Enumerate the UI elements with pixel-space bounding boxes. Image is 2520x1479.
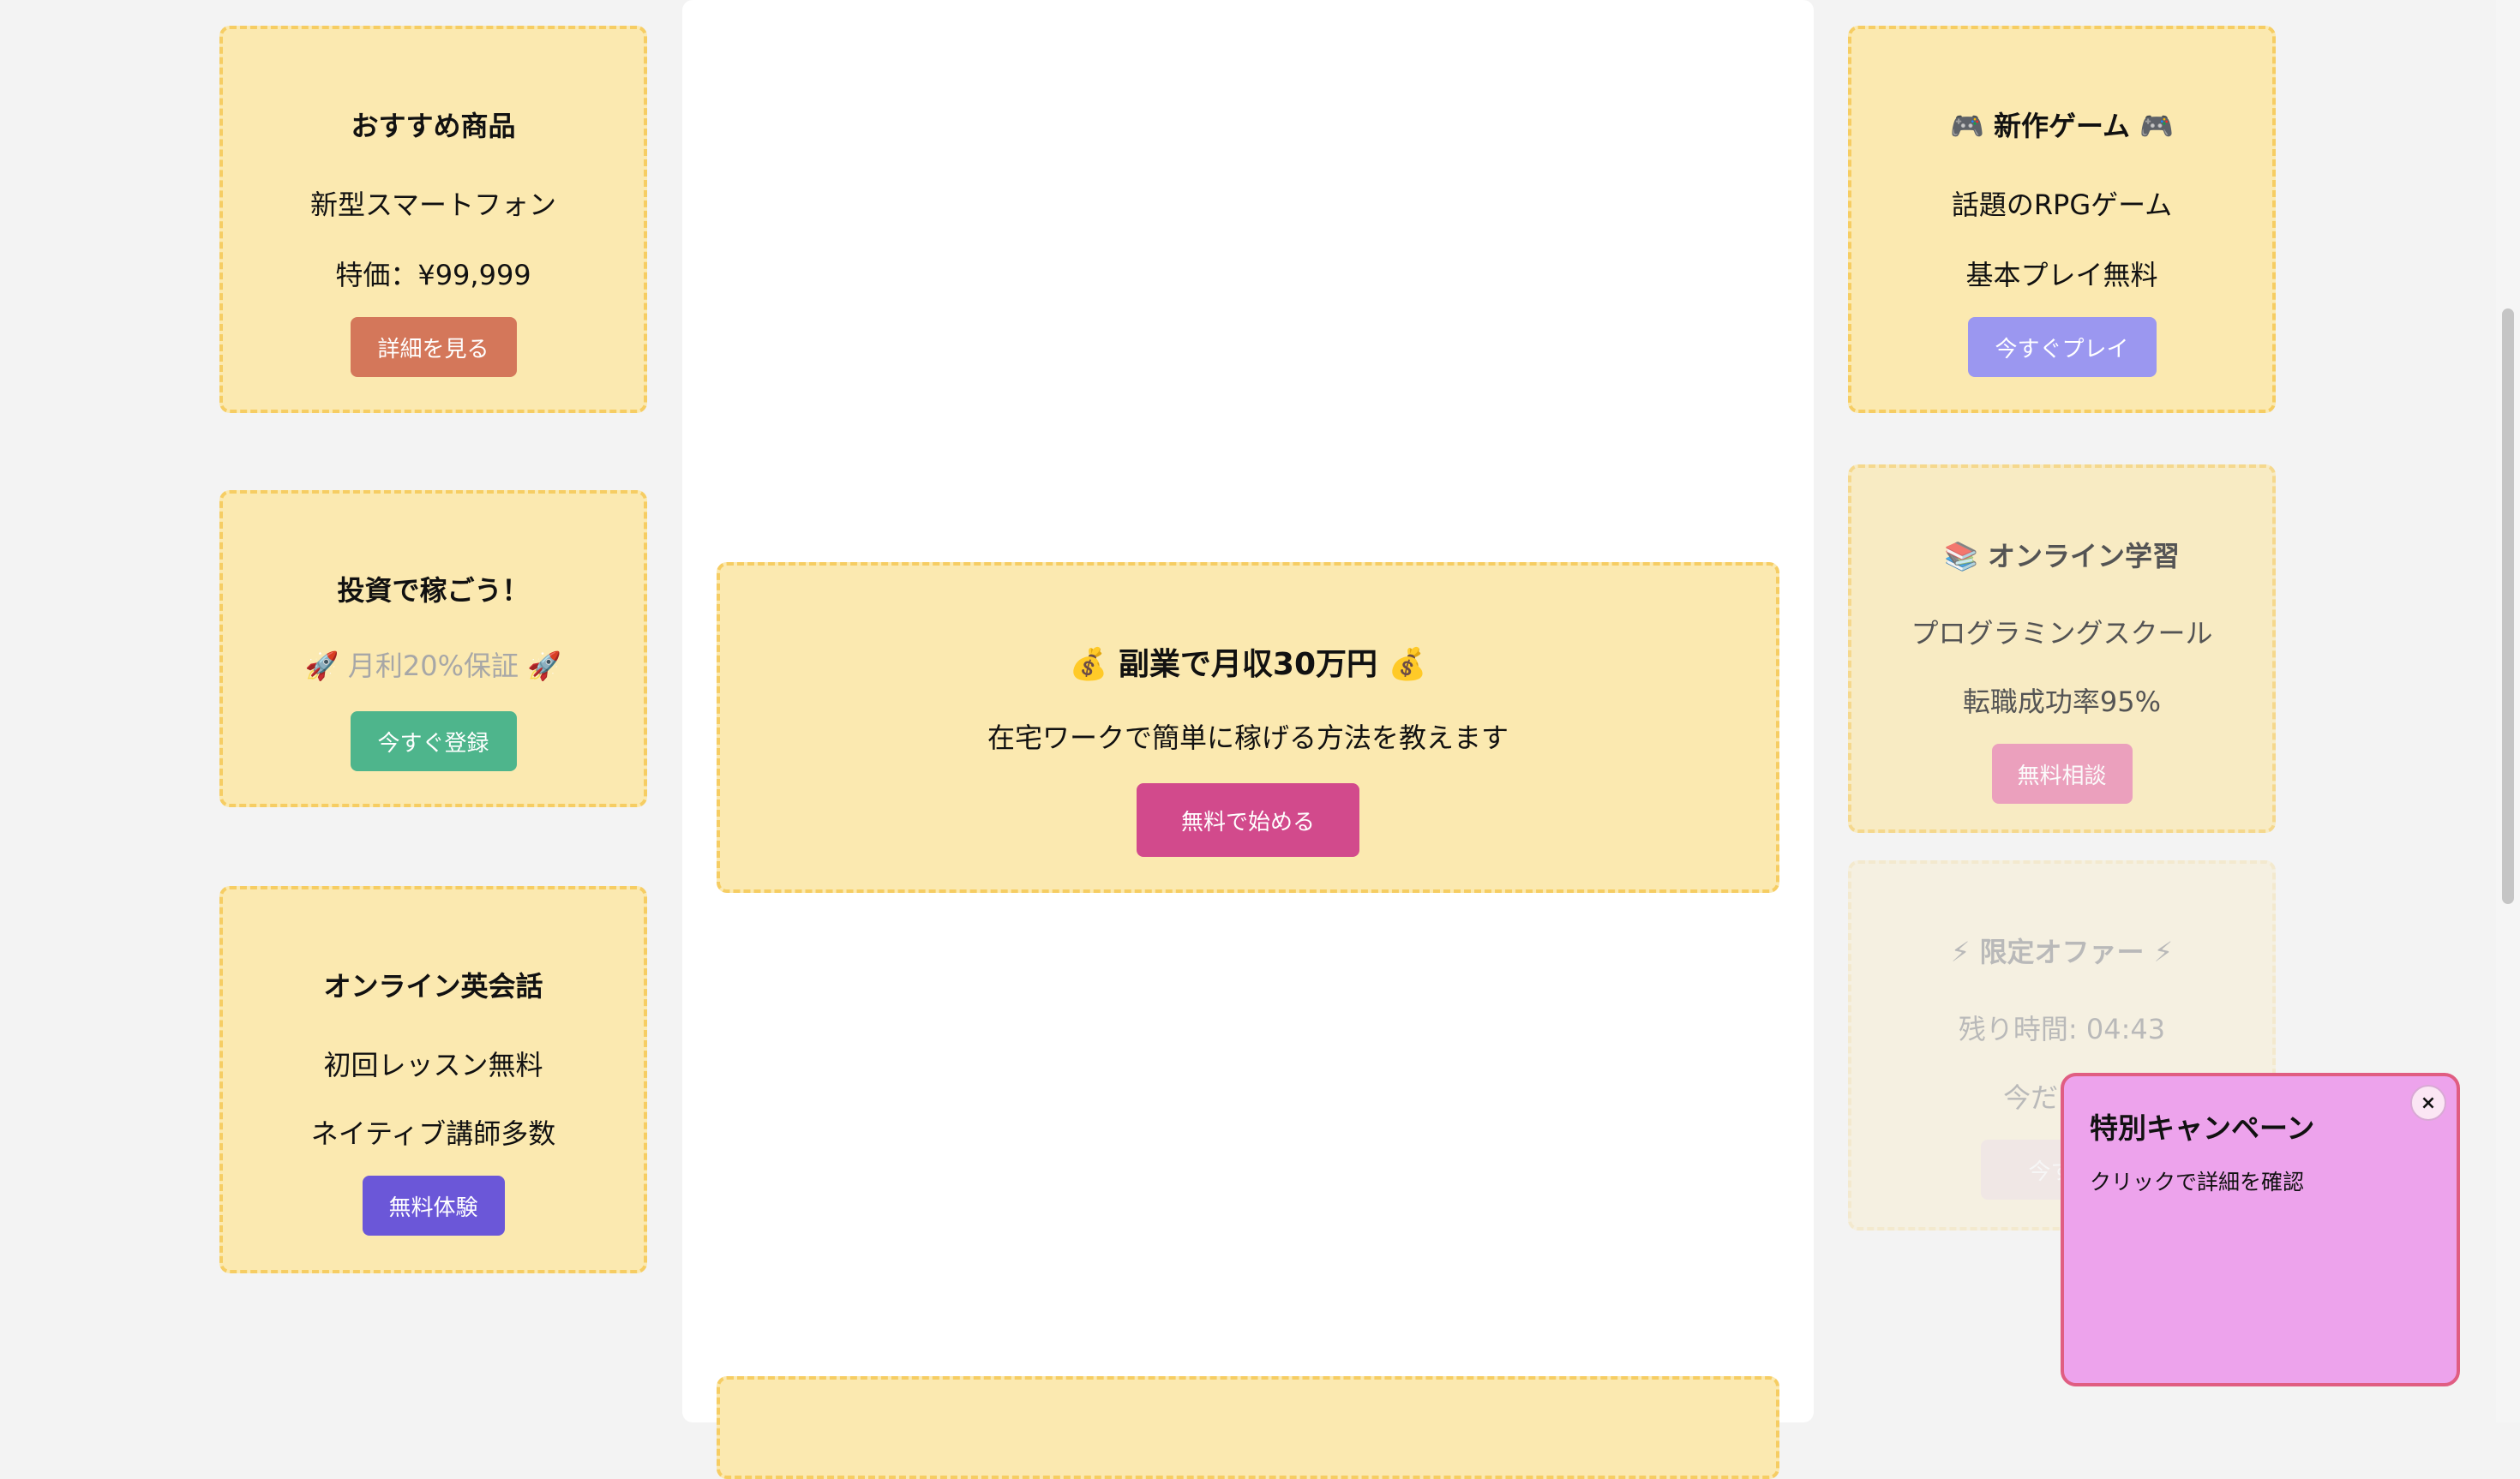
ad-online-learning: 📚 オンライン学習 プログラミングスクール 転職成功率95% 無料相談 [1848,464,2276,833]
consult-button[interactable]: 無料相談 [1991,744,2133,804]
ad-title: 💰 副業で月収30万円 💰 [1069,647,1427,682]
ad-text: 初回レッスン無料 [323,1049,543,1081]
free-trial-button[interactable]: 無料体験 [362,1176,505,1236]
popup-text: クリックで詳細を確認 [2090,1170,2305,1195]
ad-bottom-partial [717,1376,1779,1479]
ad-title: 投資で稼ごう！ [337,574,530,607]
ad-text-2: ネイティブ講師多数 [310,1117,556,1150]
ad-investment: 投資で稼ごう！ 🚀 月利20%保証 🚀 今すぐ登録 [219,490,647,807]
details-button[interactable]: 詳細を見る [350,317,517,377]
ad-title: ⚡ 限定オファー ⚡ [1950,936,2174,968]
ad-text: 話題のRPGゲーム [1951,189,2173,221]
ad-new-game: 🎮 新作ゲーム 🎮 話題のRPGゲーム 基本プレイ無料 今すぐプレイ [1848,26,2276,413]
ad-text: 新型スマートフォン [309,189,557,221]
scrollbar[interactable] [2496,0,2520,1422]
play-now-button[interactable]: 今すぐプレイ [1967,317,2157,377]
ad-price: 特価：¥99,999 [335,259,531,291]
popup-title: 特別キャンペーン [2090,1111,2315,1145]
countdown-text: 残り時間: 04:43 [1958,1013,2166,1045]
ad-title: 🎮 新作ゲーム 🎮 [1949,110,2174,142]
close-icon[interactable]: × [2410,1085,2446,1121]
ad-side-business: 💰 副業で月収30万円 💰 在宅ワークで簡単に稼げる方法を教えます 無料で始める [717,562,1779,893]
ad-text: プログラミングスクール [1911,617,2213,650]
ad-title: おすすめ商品 [351,110,516,142]
start-free-button[interactable]: 無料で始める [1137,783,1359,857]
ad-text-2: 基本プレイ無料 [1965,259,2158,291]
ad-text-2: 転職成功率95% [1962,686,2162,718]
ad-text: 🚀 月利20%保証 🚀 [304,650,562,682]
ad-title: オンライン英会話 [323,970,543,1003]
ad-recommended-product: おすすめ商品 新型スマートフォン 特価：¥99,999 詳細を見る [219,26,647,413]
register-button[interactable]: 今すぐ登録 [350,711,517,771]
ad-text: 在宅ワークで簡単に稼げる方法を教えます [987,722,1509,754]
scrollbar-thumb[interactable] [2502,308,2514,904]
main-content: 💰 副業で月収30万円 💰 在宅ワークで簡単に稼げる方法を教えます 無料で始める [682,0,1814,1479]
ad-title: 📚 オンライン学習 [1944,540,2180,572]
ad-online-english: オンライン英会話 初回レッスン無料 ネイティブ講師多数 無料体験 [219,886,647,1273]
campaign-popup[interactable]: 特別キャンペーン クリックで詳細を確認 × [2061,1073,2460,1386]
